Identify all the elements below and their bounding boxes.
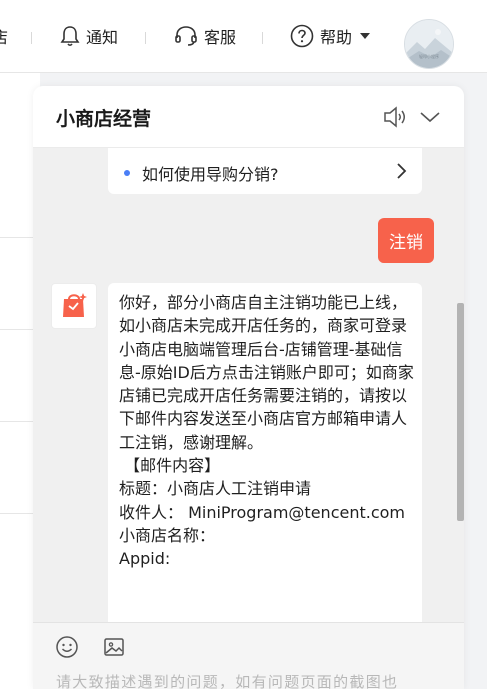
chat-panel: 小商店经营 如何使用导购分销? 注销 你好，部分小商店自主注销功能已上线，如小商… (33, 86, 464, 689)
image-icon[interactable] (102, 635, 126, 659)
shopping-bag-icon (63, 293, 87, 317)
help-label: 帮助 (320, 28, 353, 47)
service-button[interactable]: 客服 (174, 24, 236, 48)
notify-label: 通知 (86, 28, 119, 47)
faq-item-label: 如何使用导购分销? (142, 165, 279, 184)
user-message-bubble: 注销 (378, 218, 434, 263)
chevron-right-icon (397, 163, 407, 179)
bot-message-bubble: 你好，部分小商店自主注销功能已上线，如小商店未完成开店任务的，商家可登录小商店电… (108, 283, 422, 622)
top-bar: 店 通知 客服 帮助 轻叩小程序 (0, 0, 487, 73)
avatar-image (405, 20, 453, 68)
caret-down-icon (360, 33, 371, 39)
divider (262, 32, 263, 44)
divider (145, 32, 146, 44)
partial-nav-item[interactable]: 店 (0, 24, 8, 48)
chat-scrollbar[interactable] (457, 303, 464, 521)
chevron-down-icon[interactable] (417, 104, 443, 130)
headset-icon (175, 26, 197, 46)
message-input-area: 请大致描述遇到的问题，如有问题页面的截图也 (33, 622, 464, 689)
bot-message-text: 你好，部分小商店自主注销功能已上线，如小商店未完成开店任务的，商家可登录小商店电… (119, 293, 414, 569)
bullet-dot (124, 170, 130, 176)
question-circle-icon (290, 24, 314, 48)
avatar-caption: 轻叩小程序 (419, 54, 439, 59)
faq-item[interactable]: 如何使用导购分销? (108, 148, 422, 194)
bot-avatar (51, 283, 97, 329)
divider (31, 32, 32, 44)
user-avatar[interactable]: 轻叩小程序 (404, 19, 454, 69)
help-button[interactable]: 帮助 (290, 24, 372, 48)
panel-header: 小商店经营 (33, 86, 464, 148)
panel-title: 小商店经营 (56, 108, 152, 130)
bell-icon (60, 26, 80, 47)
chat-messages: 如何使用导购分销? 注销 你好，部分小商店自主注销功能已上线，如小商店未完成开店… (33, 148, 464, 622)
service-label: 客服 (204, 28, 237, 47)
speaker-icon[interactable] (382, 104, 408, 130)
message-input[interactable]: 请大致描述遇到的问题，如有问题页面的截图也 (56, 671, 398, 689)
notify-button[interactable]: 通知 (60, 24, 118, 48)
partial-nav-label: 店 (0, 28, 9, 47)
user-message-text: 注销 (389, 233, 423, 253)
emoji-icon[interactable] (55, 635, 79, 659)
